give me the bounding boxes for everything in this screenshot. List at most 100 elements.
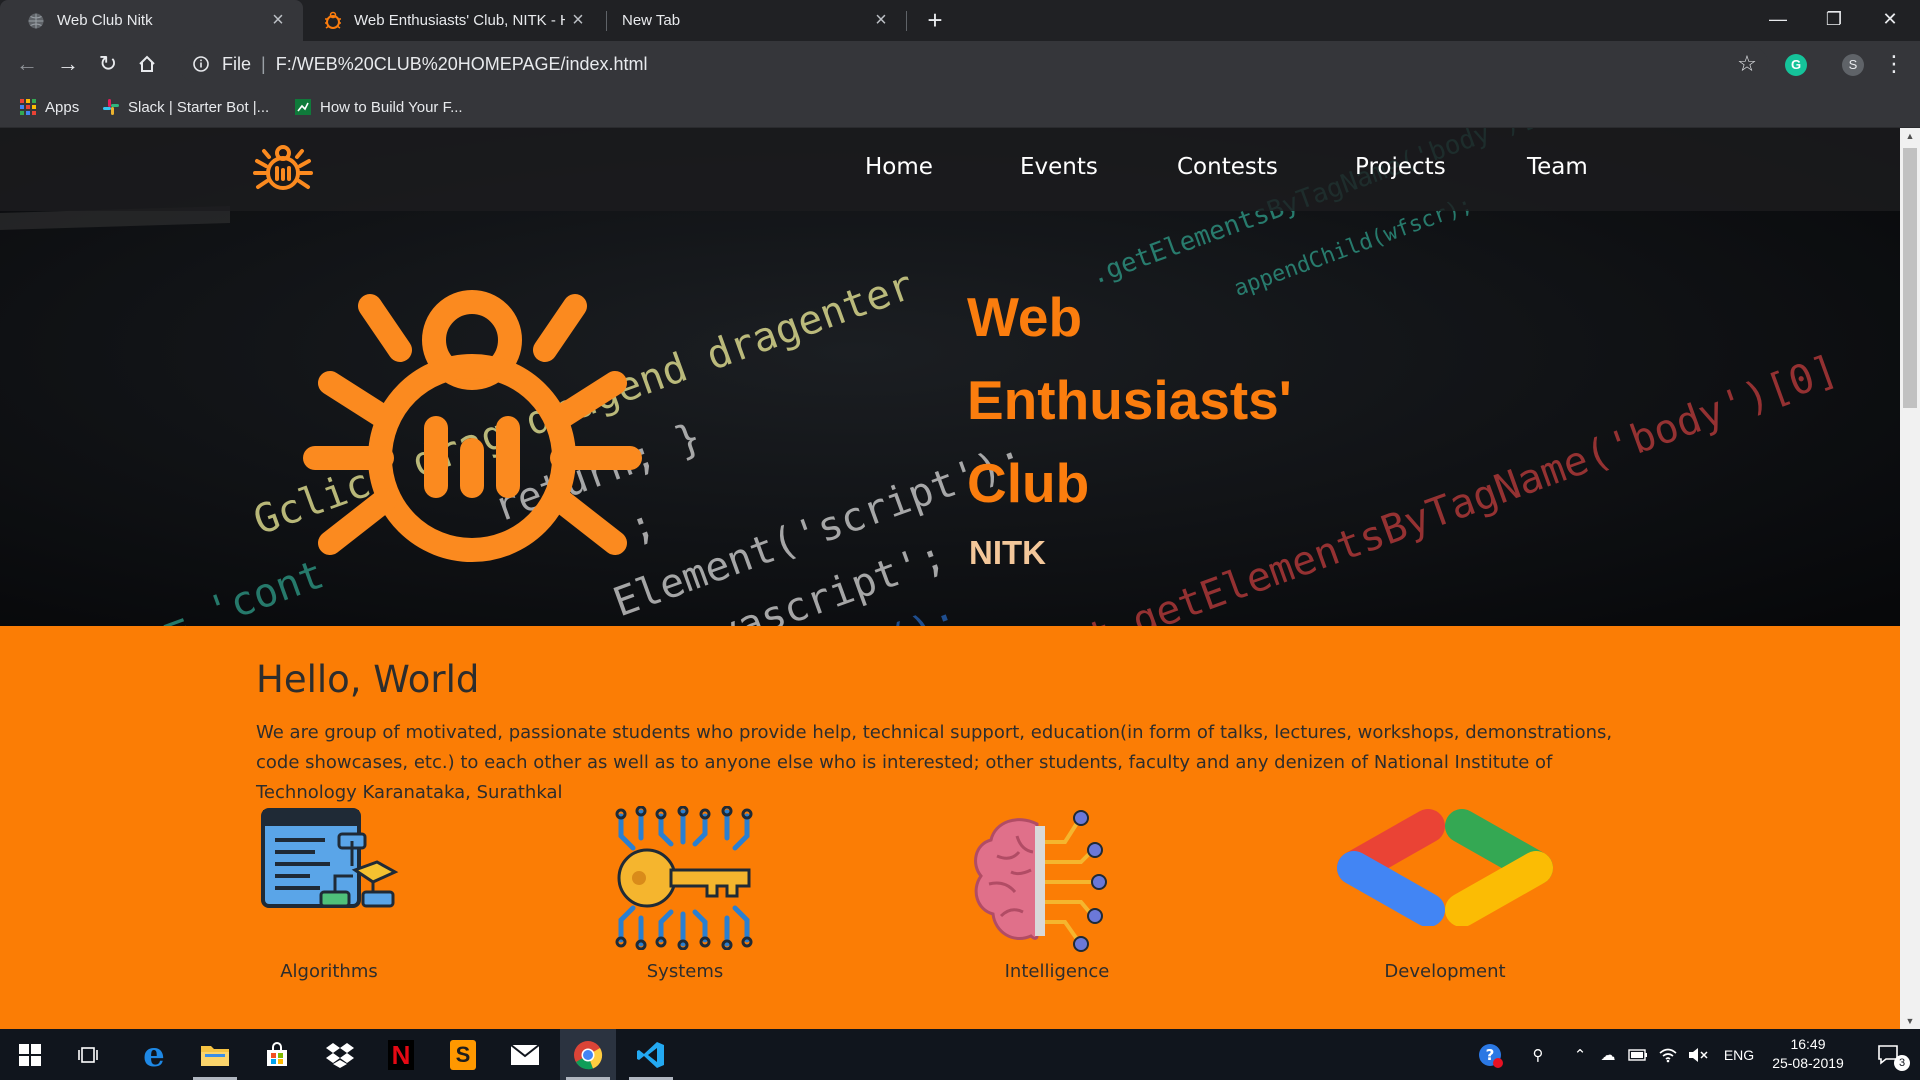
globe-icon (26, 11, 46, 31)
address-bar[interactable]: File | F:/WEB%20CLUB%20HOMEPAGE/index.ht… (178, 46, 1768, 82)
edge-browser-icon[interactable]: e (126, 1029, 182, 1080)
clock-time: 16:49 (1790, 1036, 1826, 1052)
tab-strip: Web Club Nitk × Web Enthusiasts' Club, N… (0, 0, 1920, 41)
club-logo-icon[interactable] (252, 142, 314, 196)
tab-web-club-nitk[interactable]: Web Club Nitk × (0, 0, 303, 41)
mail-icon[interactable] (497, 1029, 553, 1080)
profile-avatar[interactable]: S (1842, 54, 1864, 76)
url-text: F:/WEB%20CLUB%20HOMEPAGE/index.html (275, 53, 648, 74)
tab-web-enthusiasts-club[interactable]: Web Enthusiasts' Club, NITK - Ho × (303, 0, 603, 41)
onedrive-icon[interactable]: ☁ (1594, 1029, 1622, 1080)
tab-title: Web Enthusiasts' Club, NITK - Ho (354, 12, 565, 29)
grammarly-extension-icon[interactable]: G (1785, 54, 1807, 76)
tab-separator (906, 11, 907, 31)
back-arrow-icon[interactable]: ← (11, 48, 43, 80)
page-viewport: Gclick drag dragend dragenter var evts =… (0, 128, 1900, 1029)
nav-events[interactable]: Events (1020, 154, 1098, 180)
bookmark-site-icon (295, 99, 311, 115)
hero-title-line: Club (967, 452, 1090, 514)
forward-arrow-icon[interactable]: → (52, 48, 84, 80)
tab-title: Web Club Nitk (57, 12, 153, 29)
nav-contests[interactable]: Contests (1177, 154, 1278, 180)
tab-title: New Tab (622, 12, 681, 29)
task-view-icon[interactable] (62, 1029, 118, 1080)
about-text: We are group of motivated, passionate st… (256, 722, 1613, 803)
about-heading: Hello, World (256, 658, 480, 701)
tab-close-icon[interactable]: × (565, 9, 591, 32)
bookmark-label: Apps (45, 98, 80, 116)
restore-button[interactable]: ❐ (1806, 0, 1862, 41)
browser-toolbar: ← → ↻ File | F:/WEB%20CLUB%20HOMEPAGE/in… (0, 41, 1920, 87)
new-tab-button[interactable]: + (920, 4, 950, 36)
home-icon[interactable] (131, 48, 163, 80)
feature-label: Algorithms (280, 961, 378, 982)
hero-bug-logo-icon (303, 290, 642, 562)
feature-label: Intelligence (1004, 961, 1110, 982)
windows-start-icon[interactable] (2, 1029, 58, 1080)
bookmark-star-icon[interactable]: ☆ (1732, 48, 1762, 80)
bookmark-how-to-build[interactable]: How to Build Your F... (294, 96, 463, 118)
url-scheme: File (222, 53, 252, 74)
bug-icon (323, 11, 343, 31)
action-center-icon[interactable]: 3 (1864, 1029, 1916, 1080)
feature-label: Development (1384, 961, 1506, 982)
circuit-key-icon (615, 806, 753, 950)
minimize-button[interactable]: — (1750, 0, 1806, 41)
info-icon[interactable] (190, 53, 212, 75)
battery-icon[interactable] (1624, 1029, 1652, 1080)
netflix-icon[interactable]: N (373, 1029, 429, 1080)
clock[interactable]: 16:49 25-08-2019 (1768, 1035, 1848, 1073)
feature-systems: Systems (555, 806, 815, 986)
site-navbar: Home Events Contests Projects Team (0, 128, 1900, 211)
show-hidden-icons-icon[interactable]: ⌃ (1568, 1029, 1592, 1080)
bookmark-label: How to Build Your F... (320, 98, 463, 116)
volume-muted-icon[interactable] (1684, 1029, 1712, 1080)
chrome-icon[interactable] (560, 1029, 616, 1080)
nav-projects[interactable]: Projects (1355, 154, 1446, 180)
hero-title-line: Web (967, 286, 1083, 348)
notification-count-badge: 3 (1894, 1055, 1910, 1071)
bookmark-slack[interactable]: Slack | Starter Bot |... (102, 96, 269, 118)
nav-home[interactable]: Home (865, 154, 933, 180)
hero-title: Web Enthusiasts' Club (967, 276, 1292, 525)
help-icon[interactable]: ? (1470, 1029, 1510, 1080)
brain-circuit-icon (974, 810, 1107, 952)
nav-team[interactable]: Team (1527, 154, 1588, 180)
file-explorer-icon[interactable] (187, 1029, 243, 1080)
apps-grid-icon (20, 99, 36, 115)
clock-date: 25-08-2019 (1772, 1055, 1844, 1071)
reload-icon[interactable]: ↻ (92, 48, 124, 80)
svg-text:?: ? (1486, 1046, 1495, 1064)
scroll-thumb[interactable] (1903, 148, 1917, 408)
dev-chevrons-icon (1337, 809, 1553, 926)
language-indicator[interactable]: ENG (1717, 1029, 1761, 1080)
page-scrollbar[interactable]: ▲ ▼ (1900, 128, 1920, 1029)
hero-title-line: Enthusiasts' (967, 369, 1292, 431)
microsoft-store-icon[interactable] (249, 1029, 305, 1080)
scroll-down-arrow-icon[interactable]: ▼ (1900, 1013, 1920, 1029)
tab-close-icon[interactable]: × (265, 9, 291, 32)
sublime-text-icon[interactable]: S (435, 1029, 491, 1080)
people-icon[interactable]: ⚲ (1523, 1029, 1553, 1080)
hero-subtitle: NITK (969, 534, 1046, 571)
vscode-icon[interactable] (623, 1029, 679, 1080)
menu-dots-icon[interactable]: ⋮ (1882, 48, 1906, 80)
wifi-icon[interactable] (1654, 1029, 1682, 1080)
flowchart-icon (261, 808, 399, 908)
feature-development: Development (1315, 806, 1575, 986)
feature-algorithms: Algorithms (199, 806, 459, 986)
url-divider: | (261, 53, 266, 74)
bookmarks-bar: Apps Slack | Starter Bot |... How to Bui… (0, 87, 1920, 128)
scroll-up-arrow-icon[interactable]: ▲ (1900, 128, 1920, 144)
hero-section: Gclick drag dragend dragenter var evts =… (0, 128, 1900, 626)
bookmark-label: Slack | Starter Bot |... (128, 98, 270, 116)
slack-icon (103, 99, 119, 115)
close-window-button[interactable]: ✕ (1862, 0, 1918, 41)
tab-close-icon[interactable]: × (868, 9, 894, 32)
about-section: Hello, World We are group of motivated, … (0, 626, 1900, 1029)
dropbox-icon[interactable] (312, 1029, 368, 1080)
screen: Web Club Nitk × Web Enthusiasts' Club, N… (0, 0, 1920, 1080)
tab-new-tab[interactable]: New Tab × (606, 0, 906, 41)
feature-label: Systems (646, 961, 724, 982)
bookmark-apps[interactable]: Apps (19, 96, 79, 118)
